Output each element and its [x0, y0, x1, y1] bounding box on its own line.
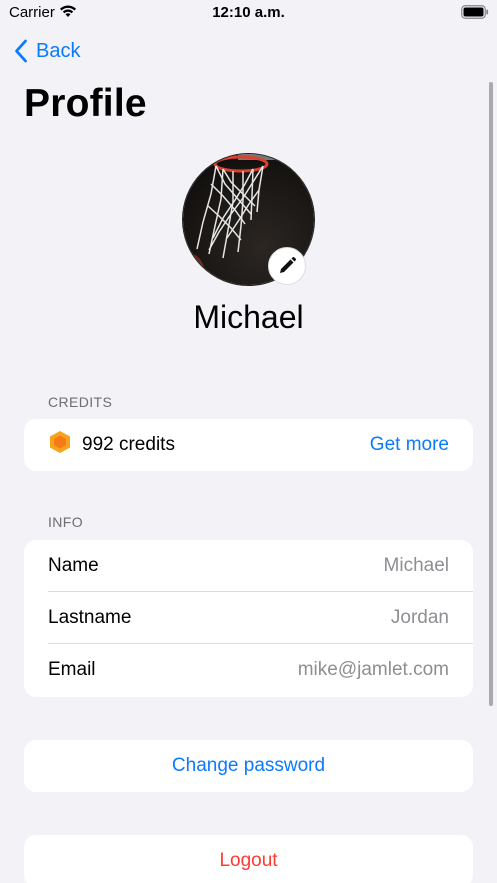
status-bar: Carrier 12:10 a.m. [0, 0, 497, 26]
edit-avatar-button[interactable] [268, 247, 306, 285]
info-row-value: mike@jamlet.com [297, 659, 449, 680]
logout-button[interactable]: Logout [24, 835, 473, 883]
profile-name: Michael [193, 299, 304, 335]
back-label: Back [36, 39, 81, 62]
info-card: Name Michael Lastname Jordan Email mike@… [24, 540, 473, 697]
credits-section-header: CREDITS [48, 394, 113, 410]
info-row-email[interactable]: Email mike@jamlet.com [24, 644, 473, 696]
credits-row: 992 credits Get more [24, 419, 473, 471]
change-password-button[interactable]: Change password [24, 740, 473, 792]
battery-icon [461, 5, 489, 24]
back-button[interactable]: Back [14, 36, 80, 66]
info-row-value: Michael [383, 555, 449, 576]
logout-label: Logout [219, 850, 278, 871]
chevron-left-icon [15, 39, 27, 63]
pencil-icon [280, 257, 296, 273]
scroll-indicator[interactable] [489, 82, 493, 706]
profile-screen: Carrier 12:10 a.m. Back Profile Michael … [0, 0, 497, 883]
credits-card: 992 credits Get more [24, 419, 473, 471]
credits-amount: 992 credits [82, 434, 175, 455]
info-row-lastname[interactable]: Lastname Jordan [24, 592, 473, 644]
info-section-header: INFO [48, 514, 84, 530]
credits-coin-icon [48, 430, 72, 460]
get-more-credits-button[interactable]: Get more [370, 434, 449, 456]
page-title: Profile [24, 82, 147, 125]
info-row-label: Lastname [48, 607, 132, 628]
info-row-name[interactable]: Name Michael [24, 540, 473, 592]
status-time: 12:10 a.m. [212, 4, 285, 21]
info-row-label: Email [48, 659, 96, 680]
change-password-label: Change password [171, 755, 326, 776]
info-row-value: Jordan [390, 607, 449, 628]
info-row-label: Name [48, 555, 99, 576]
